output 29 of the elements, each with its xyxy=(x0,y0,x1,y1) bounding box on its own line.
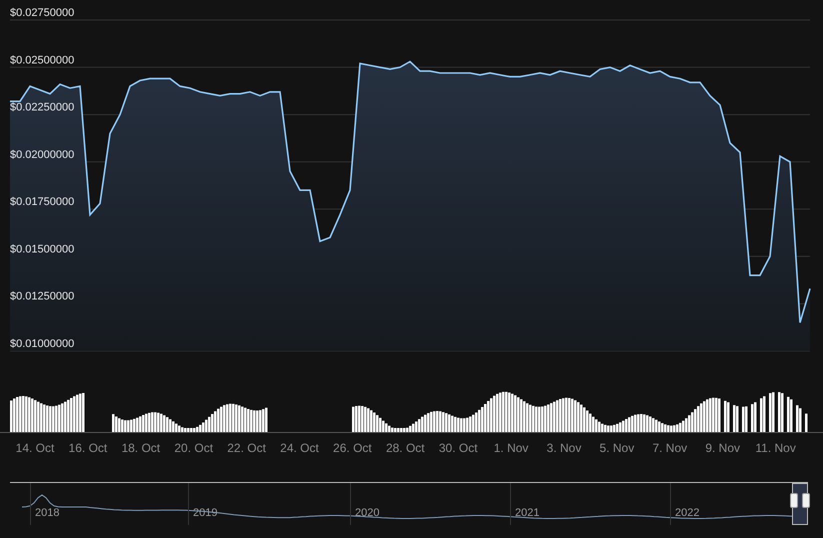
y-axis-label: $0.01000000 xyxy=(10,338,74,350)
x-axis-label: 20. Oct xyxy=(174,440,214,457)
x-axis-label: 16. Oct xyxy=(68,440,108,457)
x-axis-label: 9. Nov xyxy=(705,440,740,457)
x-axis-label: 18. Oct xyxy=(121,440,160,457)
x-axis-label: 7. Nov xyxy=(652,440,688,457)
x-axis-label: 5. Nov xyxy=(600,440,634,457)
x-axis-label: 14. Oct xyxy=(16,440,54,457)
y-axis-label: $0.01250000 xyxy=(10,290,74,303)
year-label: 2018 xyxy=(35,506,60,521)
year-label: 2021 xyxy=(515,506,540,521)
x-axis-label: 24. Oct xyxy=(280,440,319,457)
x-axis-label: 28. Oct xyxy=(386,440,425,457)
y-axis-label: $0.02500000 xyxy=(10,54,74,66)
x-axis-label: 3. Nov xyxy=(546,440,582,457)
y-axis-label: $0.01750000 xyxy=(10,196,74,208)
year-label: 2020 xyxy=(355,506,380,521)
range-handle[interactable] xyxy=(802,493,810,508)
y-axis-label: $0.02250000 xyxy=(10,102,74,114)
x-axis-label: 30. Oct xyxy=(438,440,478,457)
y-axis-label: $0.02000000 xyxy=(10,148,74,161)
year-label: 2022 xyxy=(675,506,700,521)
x-axis-label: 1. Nov xyxy=(494,440,528,457)
x-axis-label: 26. Oct xyxy=(333,440,372,457)
y-axis-label: $0.02750000 xyxy=(10,7,74,19)
x-axis-label: 22. Oct xyxy=(227,440,266,457)
y-axis-label: $0.01500000 xyxy=(10,243,74,256)
range-handle[interactable] xyxy=(790,493,798,508)
x-axis-label: 11. Nov xyxy=(755,440,796,457)
